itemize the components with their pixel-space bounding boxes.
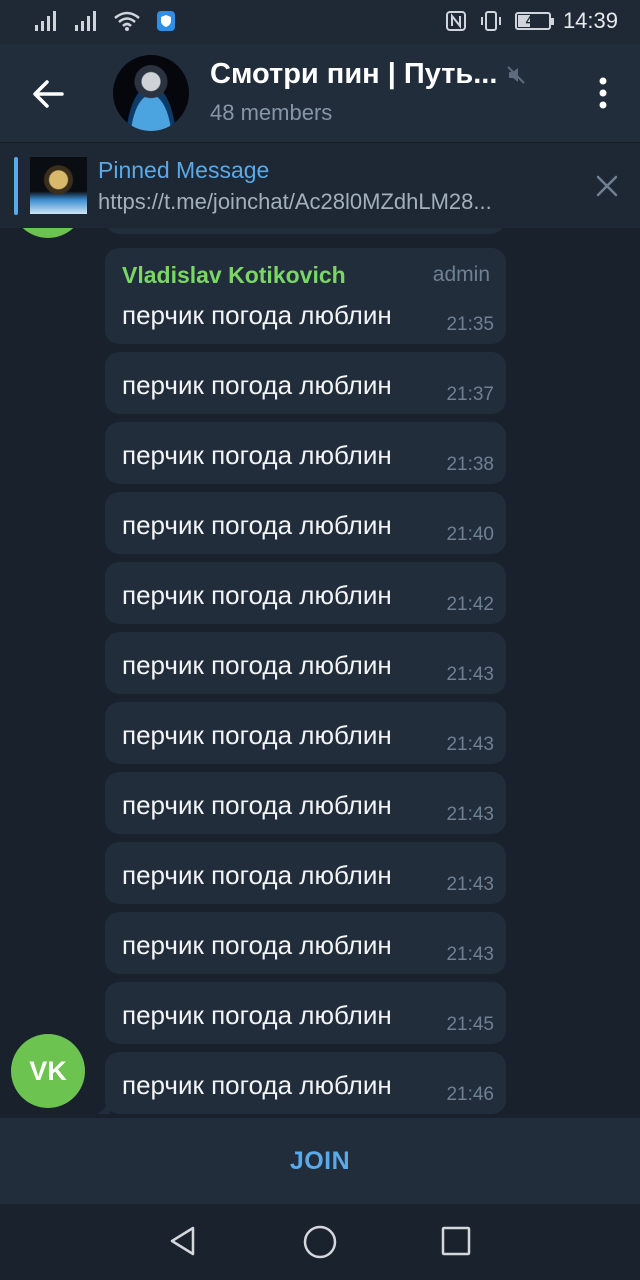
pinned-thumbnail <box>30 157 87 214</box>
nav-recents-icon[interactable] <box>440 1225 472 1257</box>
avatar[interactable]: VK <box>11 1034 85 1108</box>
nav-back-icon[interactable] <box>166 1224 200 1258</box>
close-icon[interactable] <box>594 173 620 199</box>
sender-name[interactable]: Vladislav Kotikovich <box>122 262 346 289</box>
message-time: 21:46 <box>446 1084 494 1105</box>
status-bar: 45 14:39 <box>0 0 640 44</box>
message-time: 21:35 <box>446 314 494 335</box>
battery-text: 45 <box>525 13 541 28</box>
message-time: 21:45 <box>446 1014 494 1035</box>
nfc-icon <box>445 11 466 31</box>
signal-icon <box>35 11 56 31</box>
system-nav-bar <box>0 1204 640 1280</box>
pinned-text: https://t.me/joinchat/Ac28l0MZdhLM28... <box>98 189 492 214</box>
arrow-back-icon[interactable] <box>26 72 70 116</box>
pinned-title: Pinned Message <box>98 157 270 183</box>
message-time: 21:43 <box>446 944 494 965</box>
title-row[interactable]: Смотри пин | Путь... <box>210 58 527 91</box>
message-text: перчик погода люблин <box>122 720 392 750</box>
pinned-message-bar[interactable]: Pinned Message https://t.me/joinchat/Ac2… <box>0 142 640 228</box>
battery-icon: 45 <box>514 12 554 30</box>
message-text: перчик погода люблин <box>122 370 392 400</box>
message-text: перчик погода люблин <box>122 650 392 680</box>
join-bar: JOIN <box>0 1118 640 1204</box>
message-text: перчик погода люблин <box>122 930 392 960</box>
pinned-accent-line <box>14 157 18 215</box>
message-bubble[interactable]: перчик погода люблин 21:43 <box>105 842 506 904</box>
chat-header: Смотри пин | Путь... 48 members <box>0 44 640 142</box>
message-list[interactable]: Vladislav Kotikovich admin перчик погода л… <box>0 228 640 1118</box>
bubble-tail <box>96 1098 110 1114</box>
avatar-initials: VK <box>29 1055 67 1086</box>
vibrate-icon <box>480 11 501 31</box>
nav-home-icon[interactable] <box>301 1223 339 1261</box>
message-text: перчик погода люблин <box>122 1000 392 1030</box>
message-bubble-partial[interactable] <box>105 228 505 234</box>
join-button[interactable]: JOIN <box>0 1118 640 1204</box>
message-time: 21:38 <box>446 454 494 475</box>
message-text: перчик погода люблин <box>122 1070 392 1100</box>
message-bubble[interactable]: перчик погода люблин 21:40 <box>105 492 506 554</box>
muted-icon <box>507 65 526 84</box>
shield-icon <box>157 11 175 31</box>
wifi-icon <box>114 11 140 31</box>
message-bubble[interactable]: перчик погода люблин 21:43 <box>105 632 506 694</box>
message-time: 21:40 <box>446 524 494 545</box>
message-time: 21:37 <box>446 384 494 405</box>
message-text: перчик погода люблин <box>122 300 392 330</box>
message-bubble[interactable]: перчик погода люблин 21:42 <box>105 562 506 624</box>
message-bubble[interactable]: перчик погода люблин 21:37 <box>105 352 506 414</box>
more-vert-icon[interactable] <box>596 76 610 110</box>
message-time: 21:42 <box>446 594 494 615</box>
message-bubble[interactable]: Vladislav Kotikovich admin перчик погода л… <box>105 248 506 344</box>
admin-badge: admin <box>432 263 490 286</box>
message-bubble[interactable]: перчик погода люблин 21:45 <box>105 982 506 1044</box>
chat-title: Смотри пин | Путь... <box>210 58 498 90</box>
status-time: 14:39 <box>562 8 618 33</box>
avatar[interactable] <box>11 228 85 238</box>
message-time: 21:43 <box>446 664 494 685</box>
message-text: перчик погода люблин <box>122 860 392 890</box>
message-text: перчик погода люблин <box>122 580 392 610</box>
message-time: 21:43 <box>446 874 494 895</box>
signal-icon-2 <box>75 11 96 31</box>
status-left-icons <box>34 10 176 32</box>
message-text: перчик погода люблин <box>122 510 392 540</box>
group-avatar[interactable] <box>113 55 189 131</box>
message-bubble[interactable]: перчик погода люблин 21:46 <box>105 1052 506 1114</box>
member-count: 48 members <box>210 100 333 125</box>
message-text: перчик погода люблин <box>122 790 392 820</box>
message-time: 21:43 <box>446 734 494 755</box>
message-text: перчик погода люблин <box>122 440 392 470</box>
message-bubble[interactable]: перчик погода люблин 21:43 <box>105 912 506 974</box>
message-time: 21:43 <box>446 804 494 825</box>
status-right-icons: 45 14:39 <box>445 8 618 34</box>
message-bubble[interactable]: перчик погода люблин 21:43 <box>105 702 506 764</box>
message-bubble[interactable]: перчик погода люблин 21:43 <box>105 772 506 834</box>
message-bubble[interactable]: перчик погода люблин 21:38 <box>105 422 506 484</box>
